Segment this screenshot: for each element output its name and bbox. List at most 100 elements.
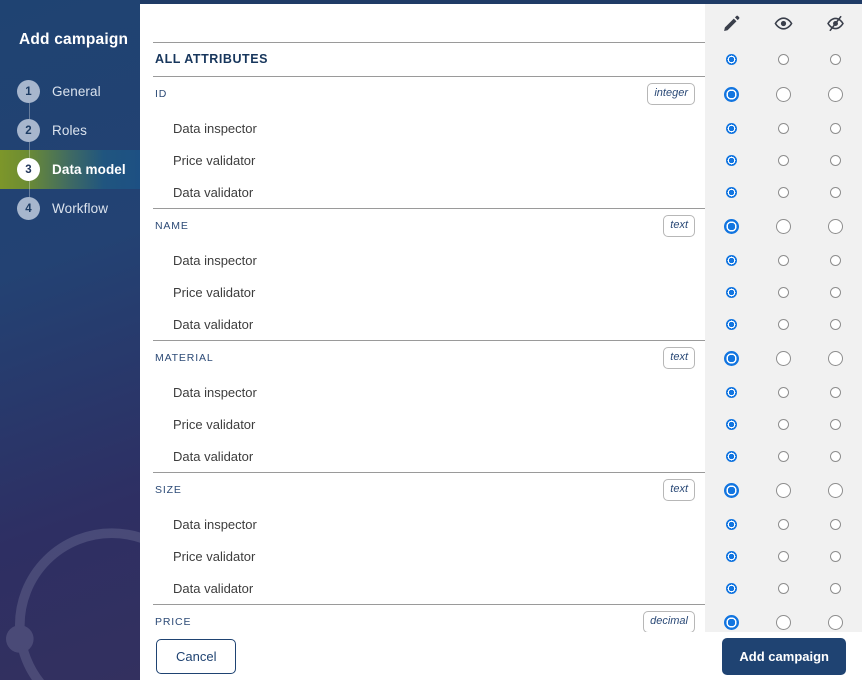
permission-cell-edit[interactable] <box>705 318 757 330</box>
radio-hidden[interactable] <box>830 186 842 198</box>
radio-edit-selected[interactable] <box>725 418 737 430</box>
permission-cell-view[interactable] <box>757 186 809 198</box>
radio-hidden[interactable] <box>830 518 842 530</box>
permission-cell-edit[interactable] <box>705 518 757 530</box>
role-permission-row[interactable]: Price validator <box>140 408 862 440</box>
permission-cell-edit[interactable] <box>705 286 757 298</box>
radio-edit-selected[interactable] <box>723 86 739 102</box>
role-permission-row[interactable]: Price validator <box>140 276 862 308</box>
permission-cell-view[interactable] <box>757 254 809 266</box>
radio-edit-selected[interactable] <box>725 318 737 330</box>
radio-edit-selected[interactable] <box>723 614 739 630</box>
radio-view[interactable] <box>777 518 789 530</box>
permission-cell-hidden[interactable] <box>810 550 862 562</box>
permission-cell-hidden[interactable] <box>810 518 862 530</box>
radio-edit-selected[interactable] <box>725 122 737 134</box>
attribute-row[interactable]: MATERIAL text <box>140 340 862 376</box>
permission-cell-edit[interactable] <box>705 386 757 398</box>
permission-cell-view[interactable] <box>757 154 809 166</box>
radio-edit-selected[interactable] <box>725 154 737 166</box>
permission-cell-hidden[interactable] <box>810 53 862 65</box>
radio-edit-selected[interactable] <box>725 450 737 462</box>
radio-edit-selected[interactable] <box>725 186 737 198</box>
permission-cell-edit[interactable] <box>705 582 757 594</box>
role-permission-row[interactable]: Data inspector <box>140 244 862 276</box>
attributes-scroll-area[interactable]: ALL ATTRIBUTES ID integer Data inspector Pri… <box>140 4 862 632</box>
add-campaign-button[interactable]: Add campaign <box>722 637 846 675</box>
radio-hidden[interactable] <box>828 350 844 366</box>
permission-cell-hidden[interactable] <box>810 386 862 398</box>
radio-view[interactable] <box>777 418 789 430</box>
permission-cell-edit[interactable] <box>705 614 757 630</box>
radio-hidden[interactable] <box>830 582 842 594</box>
radio-view[interactable] <box>777 186 789 198</box>
permission-cell-view[interactable] <box>757 418 809 430</box>
sidebar-step-general[interactable]: 1 General <box>0 72 140 111</box>
radio-hidden[interactable] <box>830 418 842 430</box>
sidebar-step-data-model[interactable]: 3 Data model <box>0 150 140 189</box>
permission-cell-edit[interactable] <box>705 218 757 234</box>
role-permission-row[interactable]: Data inspector <box>140 112 862 144</box>
permission-cell-view[interactable] <box>757 218 809 234</box>
radio-edit-selected[interactable] <box>725 254 737 266</box>
attribute-row[interactable]: NAME text <box>140 208 862 244</box>
radio-view[interactable] <box>775 218 791 234</box>
permission-cell-edit[interactable] <box>705 418 757 430</box>
permission-cell-view[interactable] <box>757 286 809 298</box>
permission-cell-view[interactable] <box>757 550 809 562</box>
permission-cell-edit[interactable] <box>705 53 757 65</box>
permission-cell-hidden[interactable] <box>810 254 862 266</box>
permission-cell-view[interactable] <box>757 518 809 530</box>
column-header-view[interactable] <box>757 14 809 33</box>
column-header-edit[interactable] <box>705 14 757 33</box>
radio-view[interactable] <box>777 154 789 166</box>
permission-cell-hidden[interactable] <box>810 186 862 198</box>
radio-view[interactable] <box>777 582 789 594</box>
permission-cell-edit[interactable] <box>705 122 757 134</box>
radio-view[interactable] <box>777 550 789 562</box>
radio-edit-selected[interactable] <box>725 53 737 65</box>
radio-edit-selected[interactable] <box>723 350 739 366</box>
permission-cell-view[interactable] <box>757 482 809 498</box>
radio-hidden[interactable] <box>828 614 844 630</box>
radio-hidden[interactable] <box>830 53 842 65</box>
radio-hidden[interactable] <box>828 218 844 234</box>
permission-cell-hidden[interactable] <box>810 286 862 298</box>
radio-edit-selected[interactable] <box>725 518 737 530</box>
radio-view[interactable] <box>777 386 789 398</box>
permission-cell-hidden[interactable] <box>810 218 862 234</box>
radio-edit-selected[interactable] <box>725 550 737 562</box>
permission-cell-edit[interactable] <box>705 450 757 462</box>
role-permission-row[interactable]: Price validator <box>140 540 862 572</box>
role-permission-row[interactable]: Data validator <box>140 440 862 472</box>
radio-view[interactable] <box>777 286 789 298</box>
radio-view[interactable] <box>775 350 791 366</box>
permission-cell-view[interactable] <box>757 614 809 630</box>
sidebar-step-roles[interactable]: 2 Roles <box>0 111 140 150</box>
radio-view[interactable] <box>777 53 789 65</box>
attribute-row[interactable]: ID integer <box>140 76 862 112</box>
permission-cell-hidden[interactable] <box>810 418 862 430</box>
permission-cell-hidden[interactable] <box>810 582 862 594</box>
attribute-row[interactable]: SIZE text <box>140 472 862 508</box>
role-permission-row[interactable]: Data inspector <box>140 508 862 540</box>
permission-cell-hidden[interactable] <box>810 154 862 166</box>
radio-edit-selected[interactable] <box>723 482 739 498</box>
radio-edit-selected[interactable] <box>725 386 737 398</box>
permission-cell-edit[interactable] <box>705 186 757 198</box>
permission-cell-edit[interactable] <box>705 550 757 562</box>
radio-edit-selected[interactable] <box>725 286 737 298</box>
radio-hidden[interactable] <box>828 482 844 498</box>
radio-hidden[interactable] <box>830 386 842 398</box>
permission-cell-edit[interactable] <box>705 350 757 366</box>
permission-cell-edit[interactable] <box>705 254 757 266</box>
permission-cell-edit[interactable] <box>705 482 757 498</box>
radio-hidden[interactable] <box>830 254 842 266</box>
radio-view[interactable] <box>777 450 789 462</box>
permission-cell-view[interactable] <box>757 86 809 102</box>
radio-view[interactable] <box>777 254 789 266</box>
cancel-button[interactable]: Cancel <box>156 638 237 674</box>
radio-hidden[interactable] <box>830 318 842 330</box>
radio-edit-selected[interactable] <box>723 218 739 234</box>
role-permission-row[interactable]: Data validator <box>140 176 862 208</box>
